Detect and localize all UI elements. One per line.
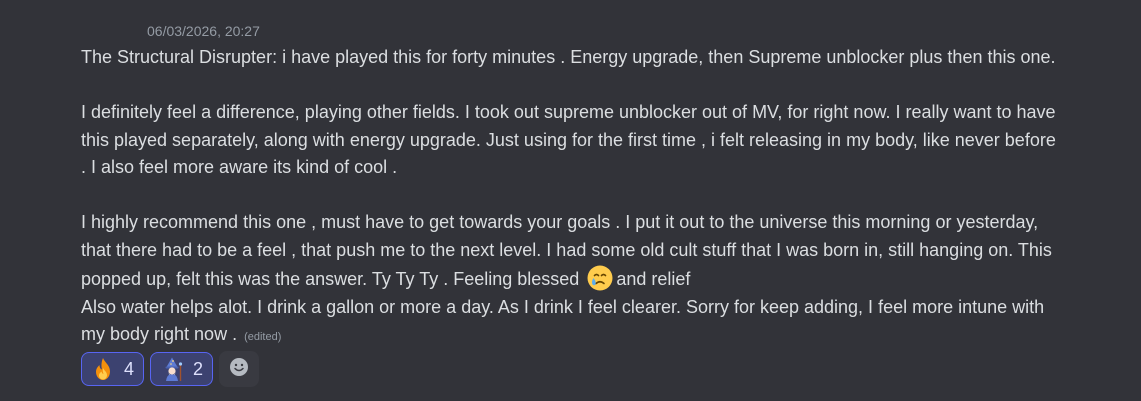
add-reaction-smiley-icon (228, 356, 250, 383)
reactions-bar: 4 2 (81, 351, 260, 387)
message-line: . I also feel more aware its kind of coo… (81, 157, 398, 177)
message-text: popped up, felt this was the answer. Ty … (81, 269, 580, 289)
edited-label: (edited) (244, 331, 282, 343)
message-line: that there had to be a feel , that push … (81, 239, 1052, 260)
message-line: I definitely feel a difference, playing … (81, 102, 1056, 122)
mage-icon (159, 356, 185, 382)
message-line: Also water helps alot. I drink a gallon … (81, 296, 1045, 317)
reaction-mage[interactable]: 2 (150, 352, 214, 386)
message-line: I highly recommend this one , must have … (81, 212, 1039, 232)
reaction-count: 2 (193, 358, 204, 379)
message-text: and relief (616, 269, 691, 289)
message-content: The Structural Disrupter: i have played … (81, 44, 1133, 352)
add-reaction-button[interactable] (219, 351, 260, 387)
message-line: my body right now . (edited) (81, 321, 1133, 352)
message-line-with-emoji: popped up, felt this was the answer. Ty … (81, 264, 1133, 294)
reaction-count: 4 (124, 358, 135, 379)
message-line: this played separately, along with energ… (81, 129, 1056, 150)
message-timestamp: 06/03/2026, 20:27 (147, 23, 260, 39)
message-line: The Structural Disrupter: i have played … (81, 47, 1056, 67)
message-text: my body right now . (81, 324, 238, 344)
reaction-fire[interactable]: 4 (81, 352, 145, 386)
crying-face-emoji-icon (586, 264, 614, 292)
fire-icon (90, 356, 116, 382)
